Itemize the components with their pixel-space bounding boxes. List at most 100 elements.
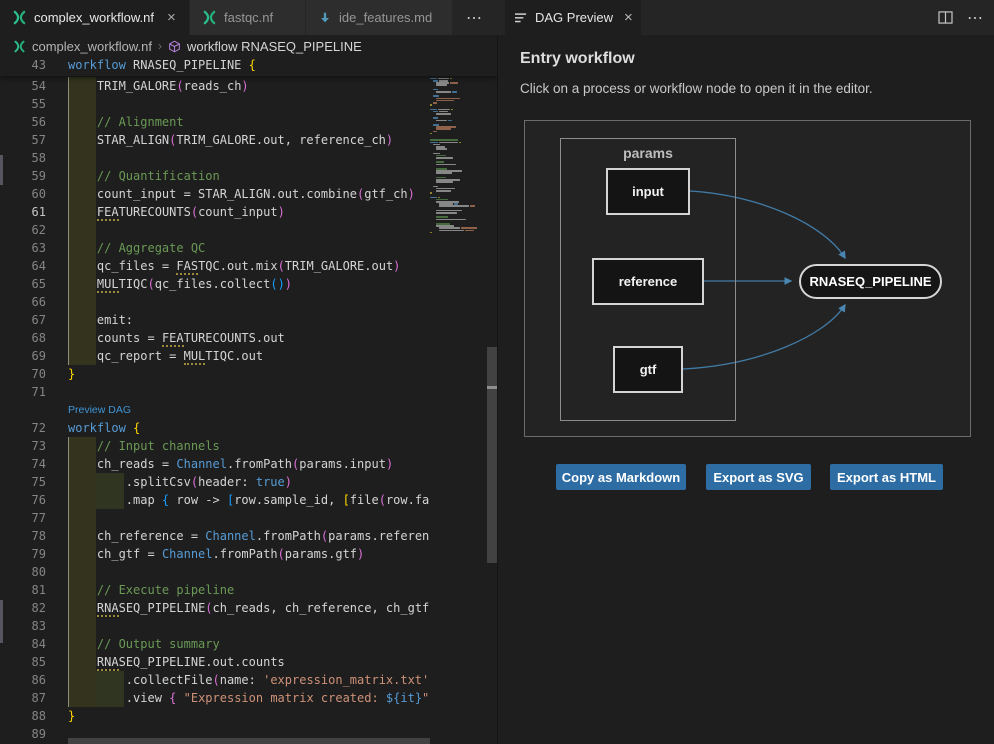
line-number: 65	[0, 277, 46, 291]
line-number: 79	[0, 547, 46, 561]
code-text: FEATURECOUNTS(count_input)	[68, 205, 285, 219]
code-text: .splitCsv(header: true)	[68, 475, 292, 489]
breadcrumb-file[interactable]: complex_workflow.nf	[32, 39, 152, 54]
code-text: // Execute pipeline	[68, 583, 234, 597]
export-as-svg-button[interactable]: Export as SVG	[706, 464, 811, 490]
code-line: 80	[0, 563, 430, 581]
code-text: RNASEQ_PIPELINE.out.counts	[68, 655, 285, 669]
minimap-row	[430, 232, 432, 234]
panel-tab-close-icon[interactable]: ×	[624, 9, 633, 26]
line-number: 84	[0, 637, 46, 651]
dag-node-gtf[interactable]: gtf	[613, 346, 683, 393]
code-line: 87 .view { "Expression matrix created: $…	[0, 689, 430, 707]
export-as-html-button[interactable]: Export as HTML	[830, 464, 943, 490]
vertical-scrollbar-thumb[interactable]	[487, 347, 497, 563]
line-number: 68	[0, 331, 46, 345]
line-number: 88	[0, 709, 46, 723]
panel-more-icon[interactable]: ⋯	[967, 8, 984, 28]
line-number: 57	[0, 133, 46, 147]
line-number: 60	[0, 187, 46, 201]
dag-node-rnaseq-pipeline[interactable]: RNASEQ_PIPELINE	[799, 264, 942, 299]
minimap-row	[436, 120, 452, 122]
minimap-row	[436, 84, 447, 86]
dag-export-buttons: Copy as Markdown Export as SVG Export as…	[497, 464, 994, 490]
code-line: 76 .map { row -> [row.sample_id, [file(r…	[0, 491, 430, 509]
line-number: 43	[0, 58, 46, 72]
tab-ide-features[interactable]: ide_features.md	[306, 0, 453, 35]
code-text: workflow {	[68, 421, 140, 435]
line-number: 70	[0, 367, 46, 381]
minimap-row	[436, 157, 453, 159]
line-number: 83	[0, 619, 46, 633]
tab-label: fastqc.nf	[224, 10, 273, 25]
minimap-row	[433, 102, 437, 104]
code-text: RNASEQ_PIPELINE(ch_reads, ch_reference, …	[68, 601, 429, 615]
panel-tab-bar: DAG Preview × ⋯	[497, 0, 994, 35]
minimap-row	[436, 181, 453, 183]
line-number: 76	[0, 493, 46, 507]
line-number: 64	[0, 259, 46, 273]
minimap[interactable]	[430, 57, 487, 744]
code-line: 86 .collectFile(name: 'expression_matrix…	[0, 671, 430, 689]
line-number: 63	[0, 241, 46, 255]
minimap-row	[439, 205, 475, 207]
code-text: .view { "Expression matrix created: ${it…	[68, 691, 429, 705]
code-text: counts = FEATURECOUNTS.out	[68, 331, 285, 345]
tab-strip-spacer	[453, 0, 466, 35]
line-number: 66	[0, 295, 46, 309]
code-line: 57 STAR_ALIGN(TRIM_GALORE.out, reference…	[0, 131, 430, 149]
editor-actions-more[interactable]: ⋯	[466, 0, 497, 35]
code-text: STAR_ALIGN(TRIM_GALORE.out, reference_ch…	[68, 133, 393, 147]
dag-node-input[interactable]: input	[606, 168, 690, 215]
code-editor[interactable]: 43 workflow RNASEQ_PIPELINE { 54 TRIM_GA…	[0, 57, 497, 744]
split-editor-icon[interactable]	[938, 11, 953, 24]
code-text: count_input = STAR_ALIGN.out.combine(gtf…	[68, 187, 415, 201]
line-number: 87	[0, 691, 46, 705]
code-line: 89	[0, 725, 430, 743]
tab-close-icon[interactable]: ×	[167, 10, 176, 25]
minimap-row	[436, 212, 457, 214]
code-line: 62	[0, 221, 430, 239]
line-number: 85	[0, 655, 46, 669]
code-line: 72 workflow {	[0, 419, 430, 437]
code-line: 65 MULTIQC(qc_files.collect())	[0, 275, 430, 293]
code-text: }	[68, 367, 75, 381]
tab-fastqc[interactable]: fastqc.nf	[190, 0, 306, 35]
dag-node-reference[interactable]: reference	[592, 258, 704, 305]
code-text: TRIM_GALORE(reads_ch)	[68, 79, 249, 93]
tab-label: complex_workflow.nf	[34, 10, 154, 25]
minimap-row	[436, 172, 452, 174]
code-text: ch_reference = Channel.fromPath(params.r…	[68, 529, 429, 543]
codelens-preview-dag-link[interactable]: Preview DAG	[68, 404, 131, 416]
code-line: 68 counts = FEATURECOUNTS.out	[0, 329, 430, 347]
tab-dag-preview[interactable]: DAG Preview ×	[505, 0, 641, 35]
code-lines: 54 TRIM_GALORE(reads_ch)5556 // Alignmen…	[0, 77, 430, 744]
breadcrumb-symbol[interactable]: workflow RNASEQ_PIPELINE	[187, 39, 362, 54]
code-line: 56 // Alignment	[0, 113, 430, 131]
code-text: .collectFile(name: 'expression_matrix.tx…	[68, 673, 429, 687]
code-line: 74 ch_reads = Channel.fromPath(params.in…	[0, 455, 430, 473]
line-number: 55	[0, 97, 46, 111]
line-number: 72	[0, 421, 46, 435]
line-number: 74	[0, 457, 46, 471]
code-line: 55	[0, 95, 430, 113]
code-line: 63 // Aggregate QC	[0, 239, 430, 257]
code-text: // Quantification	[68, 169, 220, 183]
code-line: 78 ch_reference = Channel.fromPath(param…	[0, 527, 430, 545]
dag-group-label: params	[561, 145, 735, 161]
tab-label: ide_features.md	[339, 10, 432, 25]
copy-as-markdown-button[interactable]: Copy as Markdown	[556, 464, 686, 490]
line-number: 58	[0, 151, 46, 165]
breadcrumb[interactable]: complex_workflow.nf › workflow RNASEQ_PI…	[0, 35, 497, 57]
sticky-scroll-line[interactable]: 43 workflow RNASEQ_PIPELINE {	[0, 57, 497, 76]
symbol-cube-icon	[168, 40, 181, 53]
line-number: 80	[0, 565, 46, 579]
line-number: 75	[0, 475, 46, 489]
editor-group: complex_workflow.nf × fastqc.nf	[0, 0, 497, 744]
minimap-row	[436, 164, 456, 166]
tab-complex-workflow[interactable]: complex_workflow.nf ×	[0, 0, 190, 35]
vscode-window: { "colors": { "editor_bg": "#1e1e1e", "t…	[0, 0, 994, 744]
code-line: 58	[0, 149, 430, 167]
code-line: 85 RNASEQ_PIPELINE.out.counts	[0, 653, 430, 671]
code-text: ch_gtf = Channel.fromPath(params.gtf)	[68, 547, 364, 561]
